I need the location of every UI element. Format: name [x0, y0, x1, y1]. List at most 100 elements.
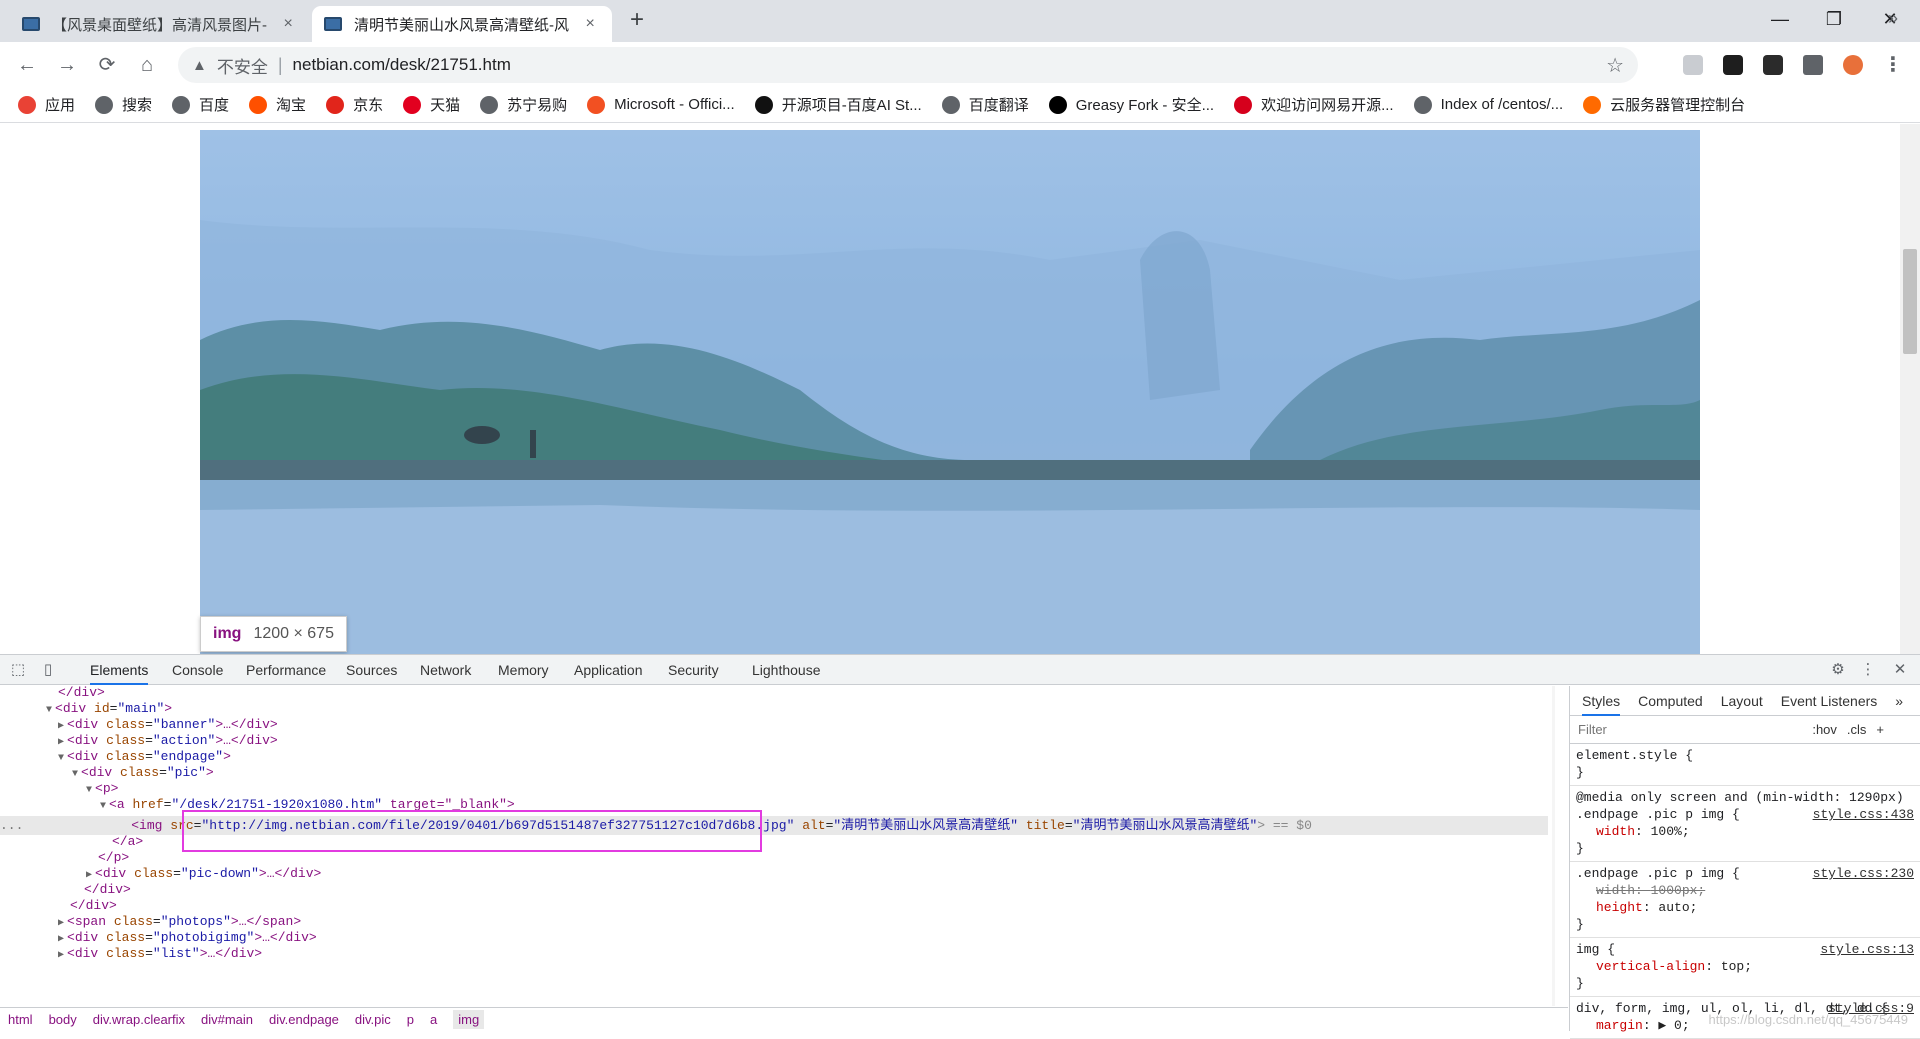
bookmark-item[interactable]: 应用 [18, 94, 75, 115]
browser-menu-button[interactable]: ⋮ [1878, 50, 1908, 80]
devtools-close-icon[interactable]: ✕ [1892, 662, 1908, 678]
address-bar[interactable]: ▲ 不安全 | netbian.com/desk/21751.htm ☆ [178, 47, 1638, 83]
css-rule[interactable]: img {style.css:13 vertical-align: top;} [1570, 938, 1920, 997]
devtools-tab-security[interactable]: Security [668, 655, 719, 685]
close-tab-icon[interactable]: × [278, 15, 298, 33]
reload-button[interactable]: ⟳ [92, 50, 122, 80]
breadcrumb-item[interactable]: div.pic [355, 1012, 391, 1027]
rule-end: } [1576, 917, 1584, 932]
breadcrumb-item[interactable]: div.wrap.clearfix [93, 1012, 185, 1027]
back-button[interactable]: ← [12, 50, 42, 80]
breadcrumb-item[interactable]: a [430, 1012, 437, 1027]
new-tab-button[interactable]: + [620, 6, 654, 36]
bookmark-item[interactable]: 开源项目-百度AI St... [754, 94, 922, 115]
expand-arrow-icon[interactable]: ▶ [58, 950, 64, 961]
row-dots: ... [0, 818, 24, 833]
bookmark-item[interactable]: Index of /centos/... [1413, 95, 1563, 114]
css-source-link[interactable]: style.css:230 [1813, 865, 1914, 882]
extension-tampermonkey-icon[interactable] [1723, 55, 1743, 75]
profile-avatar[interactable] [1843, 55, 1863, 75]
css-property[interactable]: width: 1000px; [1576, 882, 1914, 899]
expand-arrow-icon[interactable]: ▼ [58, 753, 64, 764]
expand-arrow-icon[interactable]: ▼ [72, 769, 78, 780]
css-source-link[interactable]: style.css:438 [1813, 806, 1914, 823]
bookmark-item[interactable]: 天猫 [403, 94, 460, 115]
breadcrumb-item[interactable]: div#main [201, 1012, 253, 1027]
bookmark-label: 淘宝 [276, 97, 307, 114]
devtools-tab-memory[interactable]: Memory [498, 655, 549, 685]
forward-button[interactable]: → [52, 50, 82, 80]
dom-node-row[interactable]: ▶ <div class="list">…</div> [58, 944, 262, 963]
devtools-more-icon[interactable]: ⋮ [1860, 662, 1876, 678]
title-attr-value[interactable]: "清明节美丽山水风景高清壁纸" [1073, 818, 1258, 833]
bookmark-item[interactable]: Microsoft - Offici... [587, 95, 735, 114]
css-property[interactable]: width: 100%; [1576, 823, 1914, 840]
restore-button[interactable]: ❐ [1806, 0, 1862, 38]
styles-filter-input[interactable]: Filter [1578, 722, 1812, 737]
breadcrumb-item[interactable]: div.endpage [269, 1012, 339, 1027]
expand-arrow-icon[interactable]: ▼ [46, 705, 52, 716]
css-rule[interactable]: .endpage .pic p img {style.css:230 width:… [1570, 862, 1920, 938]
styles-tab-styles[interactable]: Styles [1582, 686, 1621, 716]
tab-current[interactable]: 清明节美丽山水风景高清壁纸-风 × [312, 6, 612, 42]
breadcrumb-item[interactable]: img [453, 1010, 485, 1029]
bookmark-item[interactable]: 淘宝 [249, 94, 306, 115]
breadcrumb-item[interactable]: html [8, 1012, 33, 1027]
styles-more-icon[interactable]: » [1895, 686, 1903, 716]
css-source-link[interactable]: style.css:13 [1820, 941, 1914, 958]
css-rule[interactable]: element.style {} [1570, 744, 1920, 786]
alt-attr-value[interactable]: "清明节美丽山水风景高清壁纸" [833, 818, 1018, 833]
device-toolbar-icon[interactable]: ▯ [40, 662, 56, 678]
expand-arrow-icon[interactable]: ▼ [86, 785, 92, 796]
devtools-tab-performance[interactable]: Performance [246, 655, 326, 685]
inspect-element-icon[interactable]: ⬚ [10, 662, 26, 678]
devtools-tab-bar: ⬚ ▯ Elements Console Performance Sources Net… [0, 655, 1920, 685]
extensions-puzzle-icon[interactable] [1803, 55, 1823, 75]
hov-toggle[interactable]: :hov [1812, 722, 1837, 737]
tab-wallpaper-list[interactable]: 【风景桌面壁纸】高清风景图片- × [10, 6, 310, 42]
bookmark-star-icon[interactable]: ☆ [1606, 53, 1624, 78]
expand-arrow-icon[interactable]: ▼ [100, 801, 106, 812]
bookmarks-overflow-button[interactable]: » [1888, 8, 1898, 29]
property-value: top; [1720, 959, 1753, 974]
close-tab-icon[interactable]: × [580, 15, 600, 33]
cls-toggle[interactable]: .cls [1847, 722, 1867, 737]
bookmark-item[interactable]: Greasy Fork - 安全... [1048, 94, 1214, 115]
breadcrumb-item[interactable]: body [49, 1012, 77, 1027]
bookmark-item[interactable]: 京东 [326, 94, 383, 115]
styles-tab-layout[interactable]: Layout [1721, 686, 1763, 716]
extension-x-icon[interactable] [1763, 55, 1783, 75]
wallpaper-image[interactable] [200, 130, 1700, 654]
bookmark-favicon-icon [249, 95, 268, 114]
page-scrollbar-thumb[interactable] [1903, 249, 1917, 354]
devtools-tab-console[interactable]: Console [172, 655, 223, 685]
bookmark-item[interactable]: 百度 [172, 94, 229, 115]
attr-name: class [106, 733, 146, 748]
elements-scrollbar[interactable] [1552, 686, 1555, 1006]
devtools-tab-application[interactable]: Application [574, 655, 643, 685]
page-scrollbar[interactable] [1900, 124, 1920, 654]
security-label[interactable]: 不安全 [217, 53, 268, 78]
bookmark-item[interactable]: 欢迎访问网易开源... [1234, 94, 1394, 115]
css-property[interactable]: vertical-align: top; [1576, 958, 1914, 975]
devtools-settings-icon[interactable]: ⚙ [1830, 662, 1846, 678]
styles-tab-computed[interactable]: Computed [1638, 686, 1703, 716]
url-text[interactable]: netbian.com/desk/21751.htm [293, 55, 511, 75]
styles-tab-event-listeners[interactable]: Event Listeners [1781, 686, 1878, 716]
css-property[interactable]: height: auto; [1576, 899, 1914, 916]
extension-bird-icon[interactable] [1683, 55, 1703, 75]
bookmark-item[interactable]: 百度翻译 [941, 94, 1029, 115]
bookmark-item[interactable]: 苏宁易购 [480, 94, 567, 115]
minimize-button[interactable]: — [1752, 0, 1808, 38]
not-secure-icon[interactable]: ▲ [192, 57, 207, 74]
bookmark-item[interactable]: 搜索 [95, 94, 152, 115]
css-rule[interactable]: @media only screen and (min-width: 1290p… [1570, 786, 1920, 862]
bookmark-item[interactable]: 云服务器管理控制台 [1583, 94, 1745, 115]
new-rule-button[interactable]: + [1876, 722, 1884, 737]
devtools-tab-network[interactable]: Network [420, 655, 471, 685]
devtools-tab-elements[interactable]: Elements [90, 655, 149, 685]
home-button[interactable]: ⌂ [132, 50, 162, 80]
breadcrumb-item[interactable]: p [407, 1012, 414, 1027]
devtools-tab-lighthouse[interactable]: Lighthouse [752, 655, 821, 685]
devtools-tab-sources[interactable]: Sources [346, 655, 397, 685]
